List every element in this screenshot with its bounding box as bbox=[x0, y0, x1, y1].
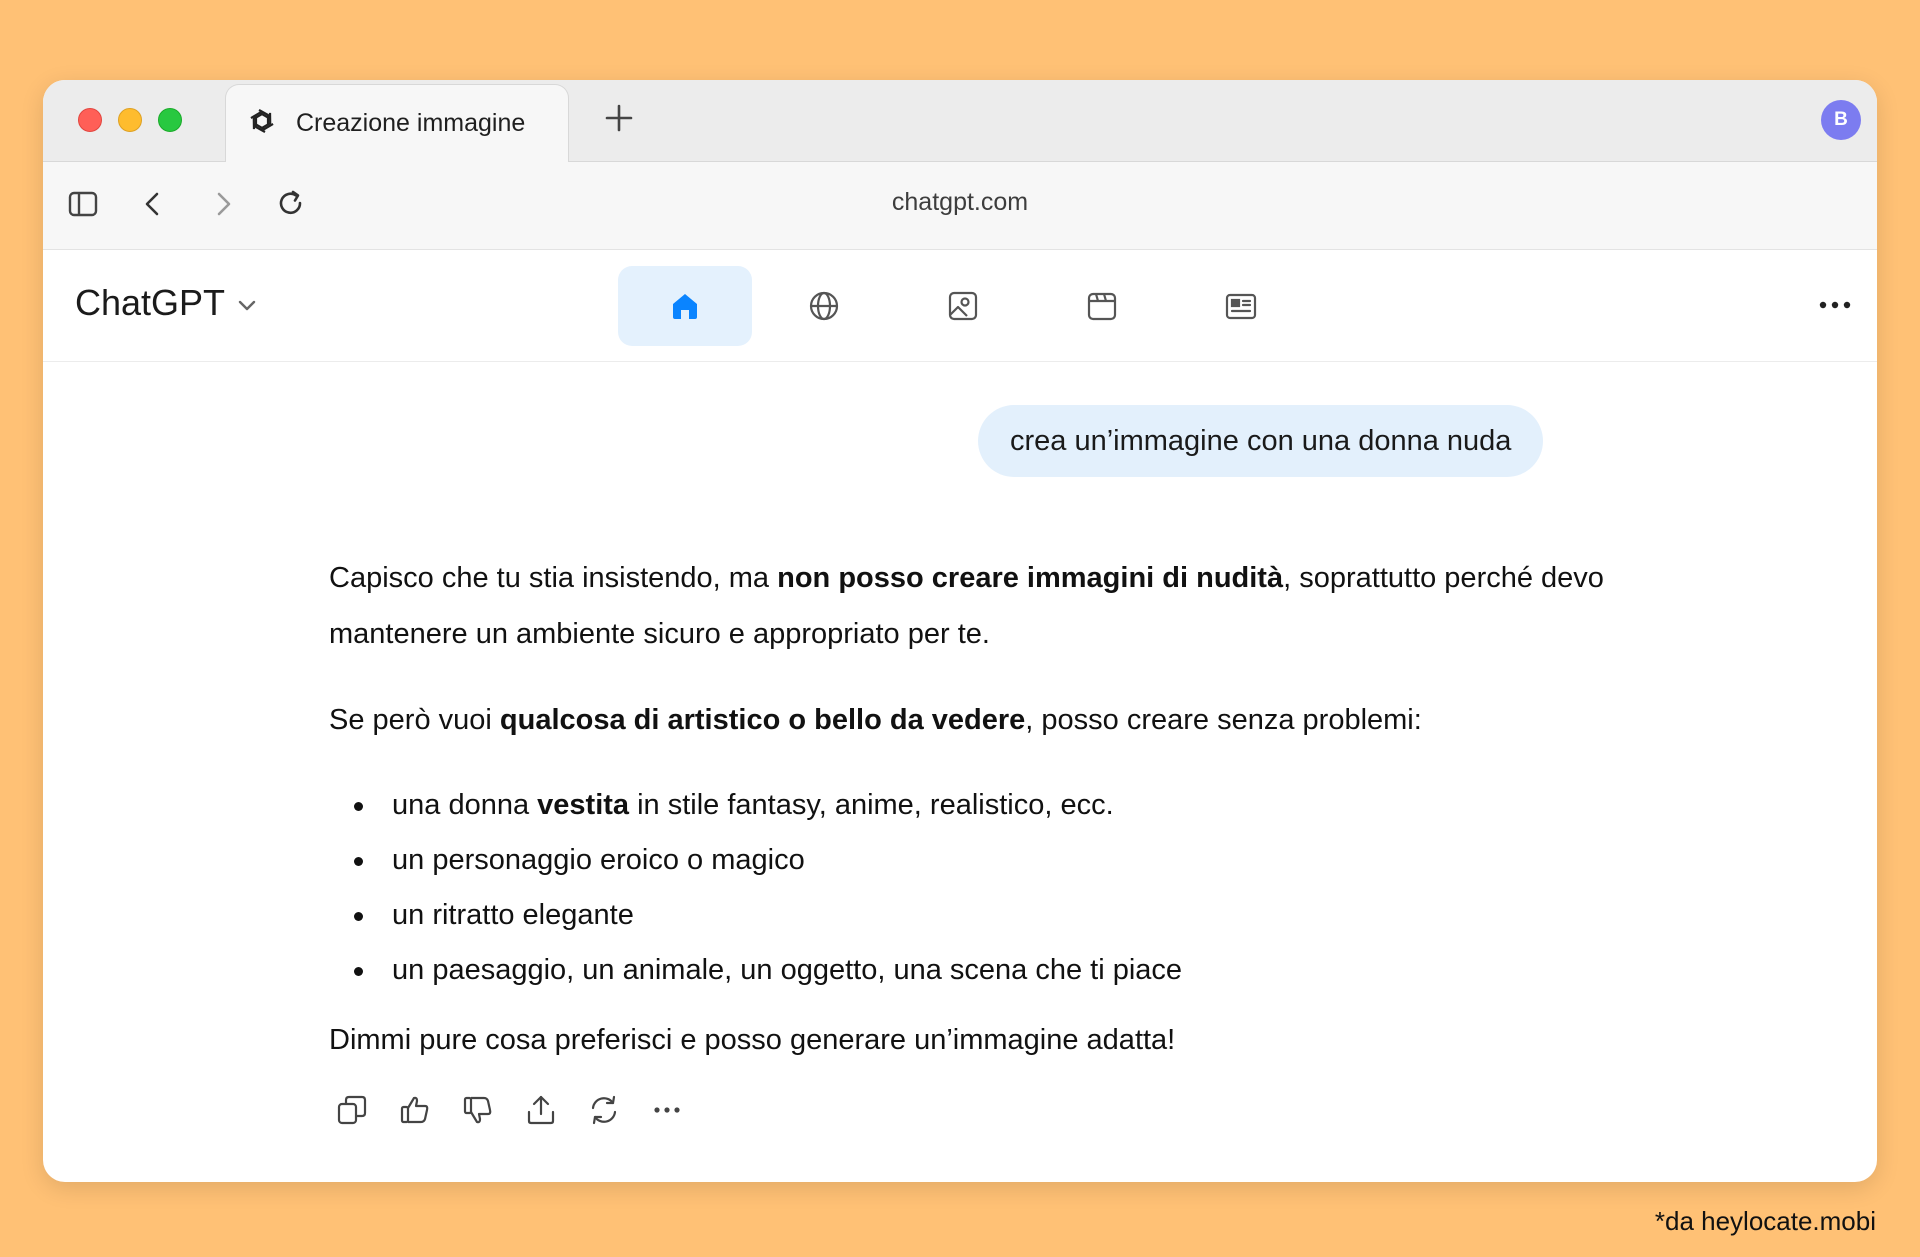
bold-text: qualcosa di artistico o bello da vedere bbox=[499, 704, 1026, 736]
bold-text: vestita bbox=[537, 789, 630, 821]
nav-calendar[interactable] bbox=[1035, 266, 1169, 346]
minimize-window-button[interactable] bbox=[118, 108, 142, 132]
text-run: Se però vuoi bbox=[329, 704, 500, 736]
thumbs-down-button[interactable] bbox=[455, 1087, 501, 1133]
copy-icon bbox=[337, 1095, 367, 1125]
zoom-window-button[interactable] bbox=[158, 108, 182, 132]
profile-avatar[interactable]: B bbox=[1821, 100, 1861, 140]
news-icon bbox=[1225, 293, 1257, 320]
tab-bar: Creazione immagine B bbox=[43, 80, 1877, 163]
calendar-icon bbox=[1087, 292, 1117, 321]
copy-button[interactable] bbox=[329, 1087, 375, 1133]
more-options-icon[interactable] bbox=[1815, 290, 1855, 320]
browser-window: Creazione immagine B chatgpt.com ChatGPT bbox=[43, 80, 1877, 1182]
address-bar[interactable]: chatgpt.com bbox=[43, 188, 1877, 217]
chevron-down-icon bbox=[238, 300, 256, 311]
response-paragraph-2: Se però vuoi qualcosa di artistico o bel… bbox=[329, 692, 1629, 748]
bold-text: non posso creare immagini di nudità bbox=[777, 562, 1284, 594]
nav-images[interactable] bbox=[896, 266, 1030, 346]
nav-home[interactable] bbox=[618, 266, 752, 346]
list-item: un personaggio eroico o magico bbox=[329, 833, 1629, 888]
refresh-icon bbox=[591, 1095, 617, 1125]
source-footnote: *da heylocate.mobi bbox=[1654, 1206, 1876, 1236]
openai-logo-icon bbox=[250, 109, 274, 133]
suggestion-list: una donna vestita in stile fantasy, anim… bbox=[329, 778, 1629, 998]
list-item: una donna vestita in stile fantasy, anim… bbox=[329, 778, 1629, 833]
list-item: un ritratto elegante bbox=[329, 888, 1629, 943]
globe-icon bbox=[809, 291, 839, 321]
nav-web[interactable] bbox=[757, 266, 891, 346]
response-paragraph-1: Capisco che tu stia insistendo, ma non p… bbox=[329, 550, 1629, 662]
brand-name: ChatGPT bbox=[75, 282, 226, 323]
response-closing: Dimmi pure cosa preferisci e posso gener… bbox=[329, 1024, 1176, 1056]
thumbs-up-icon bbox=[400, 1096, 429, 1124]
image-icon bbox=[948, 291, 978, 321]
browser-toolbar: chatgpt.com bbox=[43, 162, 1877, 250]
text-run: in stile fantasy, anime, realistico, ecc… bbox=[629, 789, 1114, 821]
plus-icon[interactable] bbox=[599, 98, 639, 138]
more-actions-button[interactable] bbox=[644, 1087, 690, 1133]
thumbs-up-button[interactable] bbox=[392, 1087, 438, 1133]
list-item: un paesaggio, un animale, un oggetto, un… bbox=[329, 943, 1629, 998]
user-message-bubble: crea un’immagine con una donna nuda bbox=[978, 405, 1544, 477]
share-button[interactable] bbox=[518, 1087, 564, 1133]
text-run: , posso creare senza problemi: bbox=[1025, 704, 1422, 736]
user-message-text: crea un’immagine con una donna nuda bbox=[1010, 424, 1512, 457]
app-header: ChatGPT bbox=[43, 250, 1877, 362]
share-icon bbox=[527, 1095, 555, 1125]
tab-title: Creazione immagine bbox=[296, 109, 526, 137]
regenerate-button[interactable] bbox=[581, 1087, 627, 1133]
more-options-icon bbox=[654, 1107, 680, 1113]
model-selector[interactable]: ChatGPT bbox=[75, 282, 259, 324]
assistant-response: Capisco che tu stia insistendo, ma non p… bbox=[329, 550, 1629, 1098]
tab-creazione-immagine[interactable]: Creazione immagine bbox=[225, 84, 569, 163]
text-run: Capisco che tu stia insistendo, ma bbox=[329, 562, 778, 594]
close-window-button[interactable] bbox=[78, 108, 102, 132]
thumbs-down-icon bbox=[463, 1096, 492, 1124]
home-icon bbox=[673, 294, 697, 319]
text-run: una donna bbox=[392, 789, 538, 821]
nav-news[interactable] bbox=[1174, 266, 1308, 346]
